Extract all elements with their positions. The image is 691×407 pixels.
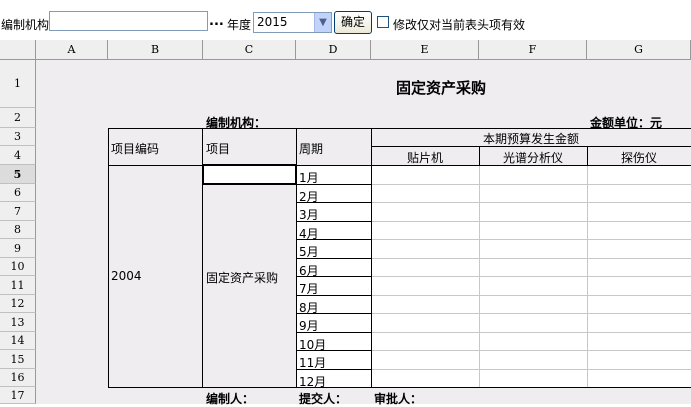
header-project: 项目 bbox=[206, 142, 231, 156]
year-label: 年度 bbox=[227, 18, 252, 32]
submitted-by-label: 提交人： bbox=[299, 392, 348, 406]
table-border bbox=[108, 165, 691, 166]
table-border bbox=[108, 128, 109, 388]
row-header-2[interactable]: 2 bbox=[0, 108, 36, 128]
table-border bbox=[108, 387, 691, 388]
table-border bbox=[108, 128, 691, 129]
column-header-g[interactable]: G bbox=[587, 40, 691, 60]
table-border bbox=[371, 146, 691, 147]
row-header-10[interactable]: 10 bbox=[0, 258, 36, 276]
table-border bbox=[371, 128, 372, 388]
row-header-4[interactable]: 4 bbox=[0, 146, 36, 165]
column-header-a[interactable]: A bbox=[36, 40, 108, 60]
column-header-b[interactable]: B bbox=[108, 40, 203, 60]
column-header-f[interactable]: F bbox=[479, 40, 587, 60]
column-header-e[interactable]: E bbox=[371, 40, 479, 60]
row-header-1[interactable]: 1 bbox=[0, 60, 36, 108]
row-header-9[interactable]: 9 bbox=[0, 239, 36, 258]
org-browse-button[interactable]: ... bbox=[209, 14, 224, 29]
row-header-3[interactable]: 3 bbox=[0, 128, 36, 146]
year-select-value: 2015 bbox=[257, 15, 288, 29]
toolbar: 编制机构 ... 年度 2015 ▼ 确定 修改仅对当前表头项有效 bbox=[0, 0, 691, 36]
row-header-12[interactable]: 12 bbox=[0, 295, 36, 313]
row-header-7[interactable]: 7 bbox=[0, 202, 36, 221]
column-header-c[interactable]: C bbox=[203, 40, 296, 60]
approved-by-label: 审批人： bbox=[374, 392, 423, 406]
table-border bbox=[479, 146, 480, 166]
header-project-code: 项目编码 bbox=[111, 142, 160, 156]
project-code-value[interactable]: 2004 bbox=[111, 269, 142, 283]
spreadsheet: A B C D E F G 1 2 3 4 5 6 7 8 9 10 11 12… bbox=[0, 40, 691, 406]
project-name-value[interactable]: 固定资产采购 bbox=[206, 269, 278, 286]
row-header-5[interactable]: 5 bbox=[0, 165, 36, 184]
column-header-d[interactable]: D bbox=[296, 40, 371, 60]
header-only-checkbox-label: 修改仅对当前表头项有效 bbox=[393, 18, 526, 32]
header-only-checkbox[interactable] bbox=[377, 16, 389, 28]
header-smt-machine: 贴片机 bbox=[406, 151, 443, 165]
row-header-8[interactable]: 8 bbox=[0, 221, 36, 239]
row-header-13[interactable]: 13 bbox=[0, 313, 36, 332]
select-all-corner[interactable] bbox=[0, 40, 36, 60]
row-header-6[interactable]: 6 bbox=[0, 184, 36, 202]
row-header-17[interactable]: 17 bbox=[0, 387, 36, 404]
header-flaw-detector: 探伤仪 bbox=[620, 151, 657, 165]
header-spectrometer: 光谱分析仪 bbox=[502, 151, 563, 165]
org-label: 编制机构 bbox=[1, 18, 50, 32]
row-header-15[interactable]: 15 bbox=[0, 350, 36, 369]
year-select[interactable]: 2015 ▼ bbox=[253, 12, 332, 33]
active-cell-c5[interactable] bbox=[202, 164, 297, 185]
confirm-button[interactable]: 确定 bbox=[334, 11, 372, 34]
row-header-14[interactable]: 14 bbox=[0, 332, 36, 350]
header-budget-amount: 本期预算发生金额 bbox=[482, 132, 579, 146]
header-period: 周期 bbox=[299, 142, 324, 156]
report-title: 固定资产采购 bbox=[395, 79, 486, 97]
table-border bbox=[587, 146, 588, 166]
row-header-11[interactable]: 11 bbox=[0, 276, 36, 295]
chevron-down-icon[interactable]: ▼ bbox=[314, 13, 331, 32]
prepared-by-label: 编制人： bbox=[206, 392, 255, 406]
org-input[interactable] bbox=[49, 11, 208, 31]
row-header-16[interactable]: 16 bbox=[0, 369, 36, 387]
